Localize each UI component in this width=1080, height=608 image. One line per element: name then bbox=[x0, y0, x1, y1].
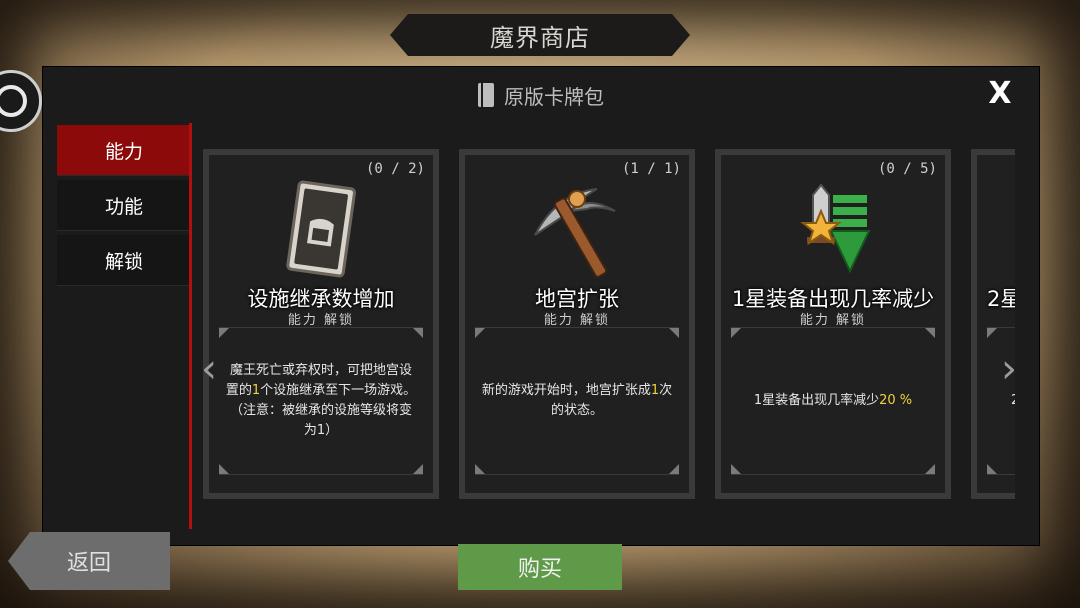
card-description-box: 新的游戏开始时，地宫扩张成1次的状态。 bbox=[475, 327, 679, 475]
tab-ability[interactable]: 能力 bbox=[57, 125, 191, 176]
shop-title: 魔界商店 bbox=[390, 14, 690, 56]
card-count: (1 / 1) bbox=[621, 161, 681, 177]
card-count: (0 / 5) bbox=[877, 161, 937, 177]
cards-carousel: (0 / 2) 设施继承数增加 能力 解锁 魔王死亡或弃权时，可把地宫设置的1个… bbox=[203, 149, 1015, 505]
card-description: 魔王死亡或弃权时，可把地宫设置的1个设施继承至下一场游戏。（注意：被继承的设施等… bbox=[225, 363, 417, 438]
prev-arrow[interactable]: ‹ bbox=[201, 349, 217, 389]
card-dungeon-expand[interactable]: (1 / 1) 地宫扩张 能力 解锁 新的游戏开始时，地宫扩张成1次的状态。 bbox=[459, 149, 695, 499]
card-pack-panel: 原版卡牌包 X 能力 功能 解锁 (0 / 2) 设施继承数增加 能力 解锁 魔… bbox=[42, 66, 1040, 546]
panel-header: 原版卡牌包 bbox=[43, 67, 1039, 123]
star-sword-down-icon bbox=[800, 183, 871, 274]
card-tags: 能力 解锁 bbox=[799, 313, 867, 328]
buy-button[interactable]: 购买 bbox=[458, 544, 622, 590]
card-title: 2星 bbox=[987, 287, 1015, 311]
card-count: (0 / 2) bbox=[365, 161, 425, 177]
card-description: 2, bbox=[987, 391, 1015, 411]
card-1star-rate-down[interactable]: (0 / 5) 1星装备出现几率减少 能力 解锁 1星装备出现几率减少20 % bbox=[715, 149, 951, 499]
card-tags: 能力 解锁 bbox=[287, 313, 355, 328]
card-description-box: 魔王死亡或弃权时，可把地宫设置的1个设施继承至下一场游戏。（注意：被继承的设施等… bbox=[219, 327, 423, 475]
card-description-box: 1星装备出现几率减少20 % bbox=[731, 327, 935, 475]
tab-divider bbox=[189, 123, 192, 529]
card-facility-inherit[interactable]: (0 / 2) 设施继承数增加 能力 解锁 魔王死亡或弃权时，可把地宫设置的1个… bbox=[203, 149, 439, 499]
card-description: 新的游戏开始时，地宫扩张成1次的状态。 bbox=[481, 383, 673, 418]
book-icon bbox=[478, 83, 494, 107]
card-2star-partial[interactable]: 2星 2, bbox=[971, 149, 1015, 499]
next-arrow[interactable]: › bbox=[1001, 349, 1017, 389]
close-button[interactable]: X bbox=[983, 77, 1017, 111]
panel-title: 原版卡牌包 bbox=[504, 84, 604, 109]
pickaxe-icon bbox=[534, 188, 616, 278]
card-tags: 能力 解锁 bbox=[543, 313, 611, 328]
stone-tablet-icon bbox=[286, 180, 356, 278]
back-button[interactable]: 返回 bbox=[8, 532, 170, 590]
category-tabs: 能力 功能 解锁 bbox=[57, 125, 191, 290]
tab-unlock[interactable]: 解锁 bbox=[57, 235, 191, 286]
card-description: 1星装备出现几率减少20 % bbox=[753, 393, 913, 408]
tab-function[interactable]: 功能 bbox=[57, 180, 191, 231]
